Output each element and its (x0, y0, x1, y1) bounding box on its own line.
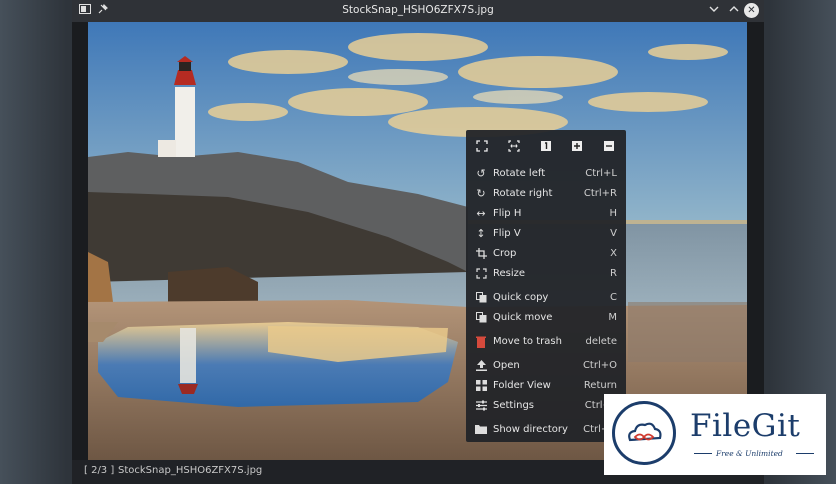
settings-icon (475, 400, 487, 412)
menu-item-rotate-right[interactable]: ↻ Rotate right Ctrl+R (466, 184, 626, 204)
filegit-tagline: Free & Unlimited (716, 449, 783, 458)
menu-item-open[interactable]: Open Ctrl+O (466, 356, 626, 376)
menu-item-move-to-trash[interactable]: Move to trash delete (466, 332, 626, 352)
zoom-in-icon[interactable] (571, 140, 583, 152)
menu-item-crop[interactable]: Crop X (466, 244, 626, 264)
fit-window-icon[interactable] (476, 140, 488, 152)
menu-item-flip-h[interactable]: ↔ Flip H H (466, 204, 626, 224)
zoom-toolbar (466, 136, 626, 156)
resize-icon (475, 268, 487, 280)
status-filename: StockSnap_HSHO6ZFX7S.jpg (118, 465, 263, 476)
menu-item-folder-view[interactable]: Folder View Return (466, 376, 626, 396)
menu-item-resize[interactable]: Resize R (466, 264, 626, 284)
image-position: [ 2/3 ] (84, 465, 115, 476)
rotate-left-icon: ↺ (476, 167, 486, 180)
fit-width-icon[interactable] (508, 140, 520, 152)
filegit-brand: FileGit (690, 408, 801, 444)
crop-icon (475, 248, 487, 260)
rotate-right-icon: ↻ (476, 187, 486, 200)
menu-item-quick-copy[interactable]: Quick copy C (466, 288, 626, 308)
context-menu: ↺ Rotate left Ctrl+L ↻ Rotate right Ctrl… (466, 130, 626, 442)
menu-item-settings[interactable]: Settings Ctrl+P (466, 396, 626, 416)
flip-v-icon: ↕ (476, 227, 486, 240)
tagline-left-rule (694, 453, 712, 454)
folder-view-icon (475, 380, 487, 392)
filegit-logo (612, 401, 676, 465)
filegit-watermark: FileGit Free & Unlimited (604, 394, 826, 475)
titlebar[interactable]: StockSnap_HSHO6ZFX7S.jpg ✕ (72, 0, 764, 22)
flip-h-icon: ↔ (476, 207, 486, 220)
original-size-icon[interactable] (540, 140, 552, 152)
trash-icon (475, 336, 487, 348)
menu-item-flip-v[interactable]: ↕ Flip V V (466, 224, 626, 244)
tagline-right-rule (796, 453, 814, 454)
folder-icon (475, 424, 487, 436)
maximize-icon[interactable] (727, 4, 741, 18)
menu-item-quick-move[interactable]: Quick move M (466, 308, 626, 328)
menu-item-show-directory[interactable]: Show directory Ctrl+D (466, 420, 626, 440)
window-title: StockSnap_HSHO6ZFX7S.jpg (342, 4, 494, 16)
close-icon[interactable]: ✕ (744, 3, 759, 18)
copy-icon (475, 292, 487, 304)
menu-item-rotate-left[interactable]: ↺ Rotate left Ctrl+L (466, 164, 626, 184)
zoom-out-icon[interactable] (603, 140, 615, 152)
move-icon (475, 312, 487, 324)
minimize-icon[interactable] (707, 4, 721, 18)
open-icon (475, 360, 487, 372)
